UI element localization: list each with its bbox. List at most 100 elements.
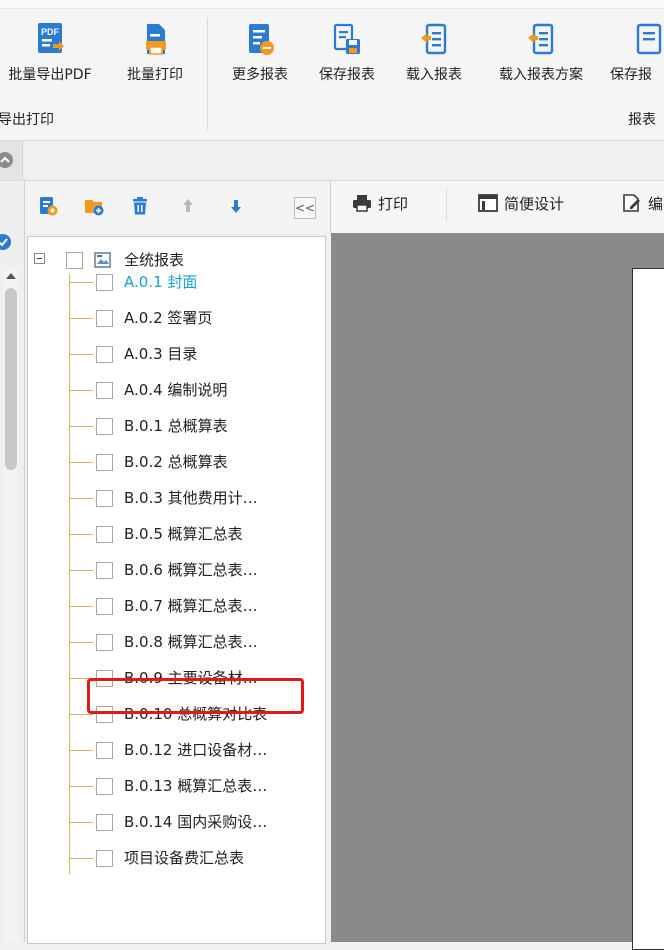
tree-connector-branch [69, 390, 93, 391]
batch-export-pdf-button[interactable]: PDF 批量导出PDF [0, 22, 102, 84]
printer-icon [353, 195, 371, 212]
svg-text:PDF: PDF [41, 27, 60, 37]
edit-label: 编 [648, 195, 664, 213]
tree-connector-branch [69, 318, 93, 319]
report-group-icon [94, 252, 111, 268]
tree-item-label: A.0.2 签署页 [124, 309, 213, 327]
batch-print-label: 批量打印 [127, 67, 183, 83]
tree-item-label: B.0.13 概算汇总表… [124, 777, 268, 795]
tree-item-label: B.0.5 概算汇总表 [124, 525, 243, 543]
tree-connector-branch [69, 570, 93, 571]
tree-item-label: B.0.12 进口设备材… [124, 741, 268, 759]
save-report-icon [333, 23, 360, 54]
edit-doc-icon [623, 194, 640, 212]
root-checkbox[interactable] [66, 252, 83, 269]
tree-item-label: B.0.3 其他费用计… [124, 489, 258, 507]
tree-item-checkbox[interactable] [96, 634, 113, 651]
simple-design-button[interactable]: 简便设计 [478, 193, 564, 214]
load-scheme-label: 载入报表方案 [499, 67, 583, 83]
collapse-panel-icon[interactable] [0, 151, 14, 169]
tree-item-label: B.0.2 总概算表 [124, 453, 228, 471]
tree-item-label: 项目设备费汇总表 [124, 849, 245, 867]
tree-connector-branch [69, 858, 93, 859]
tree-item-checkbox[interactable] [96, 490, 113, 507]
tree-connector-branch [69, 750, 93, 751]
check-circle-icon[interactable] [0, 233, 12, 251]
save-scheme-button[interactable]: 保存报 [610, 22, 664, 84]
ribbon-separator [207, 18, 208, 130]
tree-connector-branch [69, 282, 93, 283]
delete-icon[interactable] [130, 196, 150, 216]
tree-item-checkbox[interactable] [96, 382, 113, 399]
tree-item-label: B.0.7 概算汇总表… [124, 597, 258, 615]
tree-item-checkbox[interactable] [96, 310, 113, 327]
tree-item-checkbox[interactable] [96, 526, 113, 543]
pdf-export-icon: PDF [38, 23, 64, 53]
collapse-icon[interactable]: << [294, 197, 316, 219]
load-scheme-button[interactable]: 载入报表方案 [482, 22, 600, 84]
ribbon-top-edge [0, 0, 664, 9]
add-report-icon[interactable] [38, 196, 58, 216]
tree-item-checkbox[interactable] [96, 454, 113, 471]
tree-item-label: B.0.6 概算汇总表… [124, 561, 258, 579]
load-report-icon [421, 23, 447, 55]
move-up-icon[interactable] [178, 196, 198, 216]
load-report-button[interactable]: 载入报表 [393, 22, 475, 84]
tree-item-checkbox[interactable] [96, 850, 113, 867]
tree-connector-line [69, 274, 70, 874]
tree-toolbar [25, 181, 329, 233]
preview-separator [446, 188, 447, 222]
scrollbar-thumb[interactable] [5, 288, 17, 470]
tree-item-label: A.0.4 编制说明 [124, 381, 228, 399]
add-folder-icon[interactable] [84, 196, 104, 216]
tree-connector-branch [69, 642, 93, 643]
tree-connector-branch [69, 426, 93, 427]
tree-connector-branch [69, 786, 93, 787]
tree-item-checkbox[interactable] [96, 418, 113, 435]
tree-connector-branch [69, 498, 93, 499]
save-report-label: 保存报表 [319, 67, 375, 83]
tree-item-label: A.0.1 封面 [124, 273, 198, 291]
tree-item-checkbox[interactable] [96, 346, 113, 363]
batch-export-pdf-label: 批量导出PDF [8, 67, 92, 83]
group-label-reports: 报表 [628, 112, 656, 128]
tree-item-label: A.0.3 目录 [124, 345, 198, 363]
scroll-up-arrow-icon[interactable] [5, 272, 17, 280]
strip-corner [0, 141, 23, 180]
print-batch-icon [146, 24, 166, 55]
tree-item-checkbox[interactable] [96, 814, 113, 831]
tree-item-checkbox[interactable] [96, 742, 113, 759]
tree-connector-branch [69, 606, 93, 607]
simple-design-label: 简便设计 [504, 195, 565, 213]
group-label-export-print: 导出打印 [0, 112, 54, 128]
tree-connector-branch [69, 534, 93, 535]
save-scheme-label: 保存报 [610, 67, 652, 83]
load-report-label: 载入报表 [406, 67, 462, 83]
print-button[interactable]: 打印 [352, 193, 408, 214]
tree-item-label: B.0.8 概算汇总表… [124, 633, 258, 651]
load-scheme-icon [528, 23, 554, 55]
tree-connector-branch [69, 462, 93, 463]
edit-button[interactable]: 编 [622, 193, 663, 214]
tree-item-label: B.0.1 总概算表 [124, 417, 228, 435]
layout-icon [478, 194, 498, 212]
more-reports-label: 更多报表 [232, 67, 288, 83]
tree-item-checkbox[interactable] [96, 598, 113, 615]
tree-item-checkbox[interactable] [96, 778, 113, 795]
tree-collapse-toggle[interactable] [34, 253, 45, 264]
tree-item-checkbox[interactable] [96, 274, 113, 291]
move-down-icon[interactable] [226, 196, 246, 216]
more-reports-button[interactable]: 更多报表 [220, 22, 300, 84]
more-reports-icon [249, 24, 274, 55]
tree-connector-branch [69, 822, 93, 823]
save-scheme-icon [636, 23, 662, 55]
batch-print-button[interactable]: 批量打印 [114, 22, 196, 84]
highlight-box [87, 678, 304, 714]
secondary-strip [0, 141, 664, 181]
tree-item-label: B.0.14 国内采购设… [124, 813, 268, 831]
report-page [632, 268, 664, 950]
save-report-button[interactable]: 保存报表 [306, 22, 388, 84]
tree-connector-branch [69, 714, 93, 715]
tree-item-checkbox[interactable] [96, 562, 113, 579]
tree-connector-branch [69, 354, 93, 355]
